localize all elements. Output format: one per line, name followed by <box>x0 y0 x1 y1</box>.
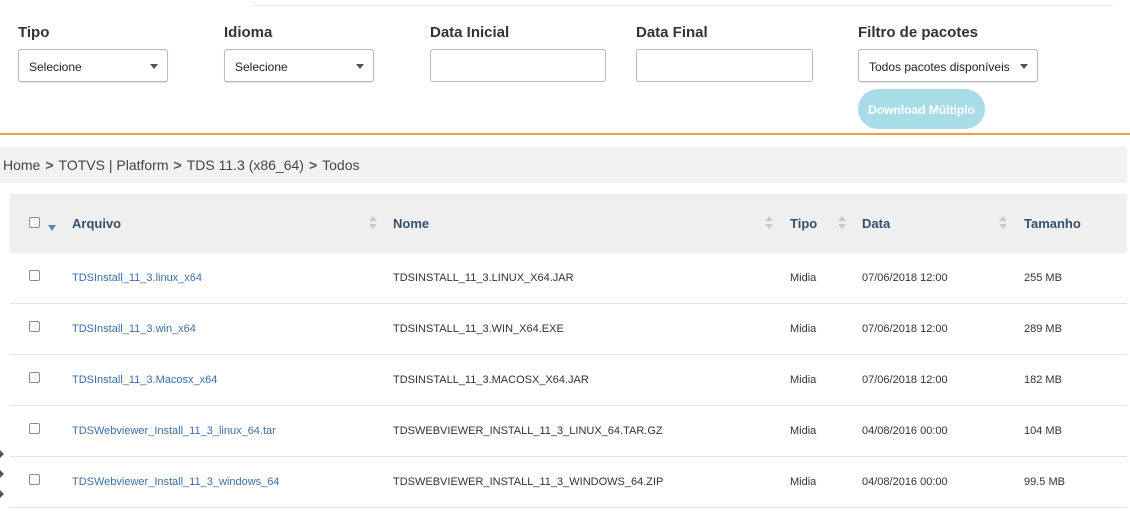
breadcrumb-tds[interactable]: TDS 11.3 (x86_64) <box>187 157 304 173</box>
tamanho-cell: 289 MB <box>1024 323 1062 335</box>
nome-cell: TDSINSTALL_11_3.WIN_X64.EXE <box>393 323 564 335</box>
download-multiplo-button[interactable]: Download Múltiplo <box>858 89 985 129</box>
tipo-cell: Midia <box>790 374 817 386</box>
tamanho-cell: 255 MB <box>1024 272 1062 284</box>
sort-icon[interactable] <box>999 216 1007 230</box>
row-checkbox[interactable] <box>29 372 40 383</box>
arquivo-link[interactable]: TDSInstall_11_3.win_x64 <box>72 304 196 354</box>
idioma-select[interactable]: Selecione <box>224 49 374 82</box>
col-arquivo[interactable]: Arquivo <box>72 194 121 253</box>
data-cell: 07/06/2018 12:00 <box>862 323 948 335</box>
table-row: TDSInstall_11_3.Macosx_x64 TDSINSTALL_11… <box>10 355 1127 406</box>
data-inicial-label: Data Inicial <box>430 24 510 41</box>
breadcrumb-totvs-platform[interactable]: TOTVS | Platform <box>59 157 169 173</box>
table-row: TDSInstall_11_3.win_x64 TDSINSTALL_11_3.… <box>10 304 1127 355</box>
breadcrumb-home[interactable]: Home <box>3 157 40 173</box>
arquivo-link[interactable]: TDSWebviewer_Install_11_3_linux_64.tar <box>72 406 276 456</box>
data-cell: 07/06/2018 12:00 <box>862 272 948 284</box>
tipo-select-value: Selecione <box>29 60 82 74</box>
chevron-right-icon: > <box>173 157 182 173</box>
col-tamanho[interactable]: Tamanho <box>1024 194 1081 253</box>
data-inicial-input[interactable] <box>430 49 606 82</box>
select-all-checkbox[interactable] <box>29 217 40 228</box>
data-cell: 04/08/2016 00:00 <box>862 425 948 437</box>
breadcrumb-todos: Todos <box>322 157 360 173</box>
tamanho-cell: 104 MB <box>1024 425 1062 437</box>
table-row: TDSWebviewer_Install_11_3_linux_64.tar T… <box>10 406 1127 457</box>
table-header: Arquivo Nome Tipo Data Tamanho <box>10 194 1127 253</box>
table-row: TDSInstall_11_3.linux_x64 TDSINSTALL_11_… <box>10 253 1127 304</box>
caret-right-icon <box>0 490 4 498</box>
filtro-pacotes-select[interactable]: Todos pacotes disponíveis <box>858 49 1038 82</box>
nome-cell: TDSWEBVIEWER_INSTALL_11_3_WINDOWS_64.ZIP <box>393 476 664 488</box>
table-row: TDSWebviewer_Install_11_3_windows_64 TDS… <box>10 457 1127 508</box>
caret-right-icon <box>0 470 4 478</box>
chevron-down-icon <box>1020 64 1028 69</box>
data-cell: 04/08/2016 00:00 <box>862 476 948 488</box>
filtro-pacotes-label: Filtro de pacotes <box>858 24 979 41</box>
top-divider <box>253 5 1113 6</box>
section-divider <box>0 133 1130 135</box>
tipo-label: Tipo <box>18 24 50 41</box>
sort-icon[interactable] <box>765 216 773 230</box>
sort-desc-icon[interactable] <box>48 225 56 231</box>
tipo-cell: Midia <box>790 425 817 437</box>
col-nome[interactable]: Nome <box>393 194 429 253</box>
tipo-select[interactable]: Selecione <box>18 49 168 82</box>
col-data[interactable]: Data <box>862 194 890 253</box>
row-checkbox[interactable] <box>29 321 40 332</box>
filtro-pacotes-value: Todos pacotes disponíveis <box>869 60 1010 74</box>
tipo-cell: Midia <box>790 476 817 488</box>
arquivo-link[interactable]: TDSInstall_11_3.Macosx_x64 <box>72 355 217 405</box>
data-cell: 07/06/2018 12:00 <box>862 374 948 386</box>
chevron-right-icon: > <box>45 157 54 173</box>
tamanho-cell: 182 MB <box>1024 374 1062 386</box>
row-checkbox[interactable] <box>29 270 40 281</box>
nome-cell: TDSINSTALL_11_3.LINUX_X64.JAR <box>393 272 574 284</box>
col-tipo[interactable]: Tipo <box>790 194 817 253</box>
data-final-input[interactable] <box>636 49 813 82</box>
chevron-down-icon <box>356 64 364 69</box>
idioma-label: Idioma <box>224 24 273 41</box>
arquivo-link[interactable]: TDSWebviewer_Install_11_3_windows_64 <box>72 457 280 507</box>
nome-cell: TDSINSTALL_11_3.MACOSX_X64.JAR <box>393 374 589 386</box>
chevron-right-icon: > <box>308 157 318 173</box>
tamanho-cell: 99.5 MB <box>1024 476 1065 488</box>
breadcrumb: Home > TOTVS | Platform > TDS 11.3 (x86_64) >… <box>0 147 1127 183</box>
idioma-select-value: Selecione <box>235 60 288 74</box>
row-checkbox[interactable] <box>29 474 40 485</box>
files-table: Arquivo Nome Tipo Data Tamanho TDSInstal… <box>10 194 1127 508</box>
sort-icon[interactable] <box>838 216 846 230</box>
chevron-down-icon <box>150 64 158 69</box>
arquivo-link[interactable]: TDSInstall_11_3.linux_x64 <box>72 253 202 303</box>
row-checkbox[interactable] <box>29 423 40 434</box>
data-final-label: Data Final <box>636 24 708 41</box>
tipo-cell: Midia <box>790 272 817 284</box>
sort-icon[interactable] <box>369 216 377 230</box>
caret-right-icon <box>0 450 4 458</box>
tipo-cell: Midia <box>790 323 817 335</box>
nome-cell: TDSWEBVIEWER_INSTALL_11_3_LINUX_64.TAR.G… <box>393 425 663 437</box>
